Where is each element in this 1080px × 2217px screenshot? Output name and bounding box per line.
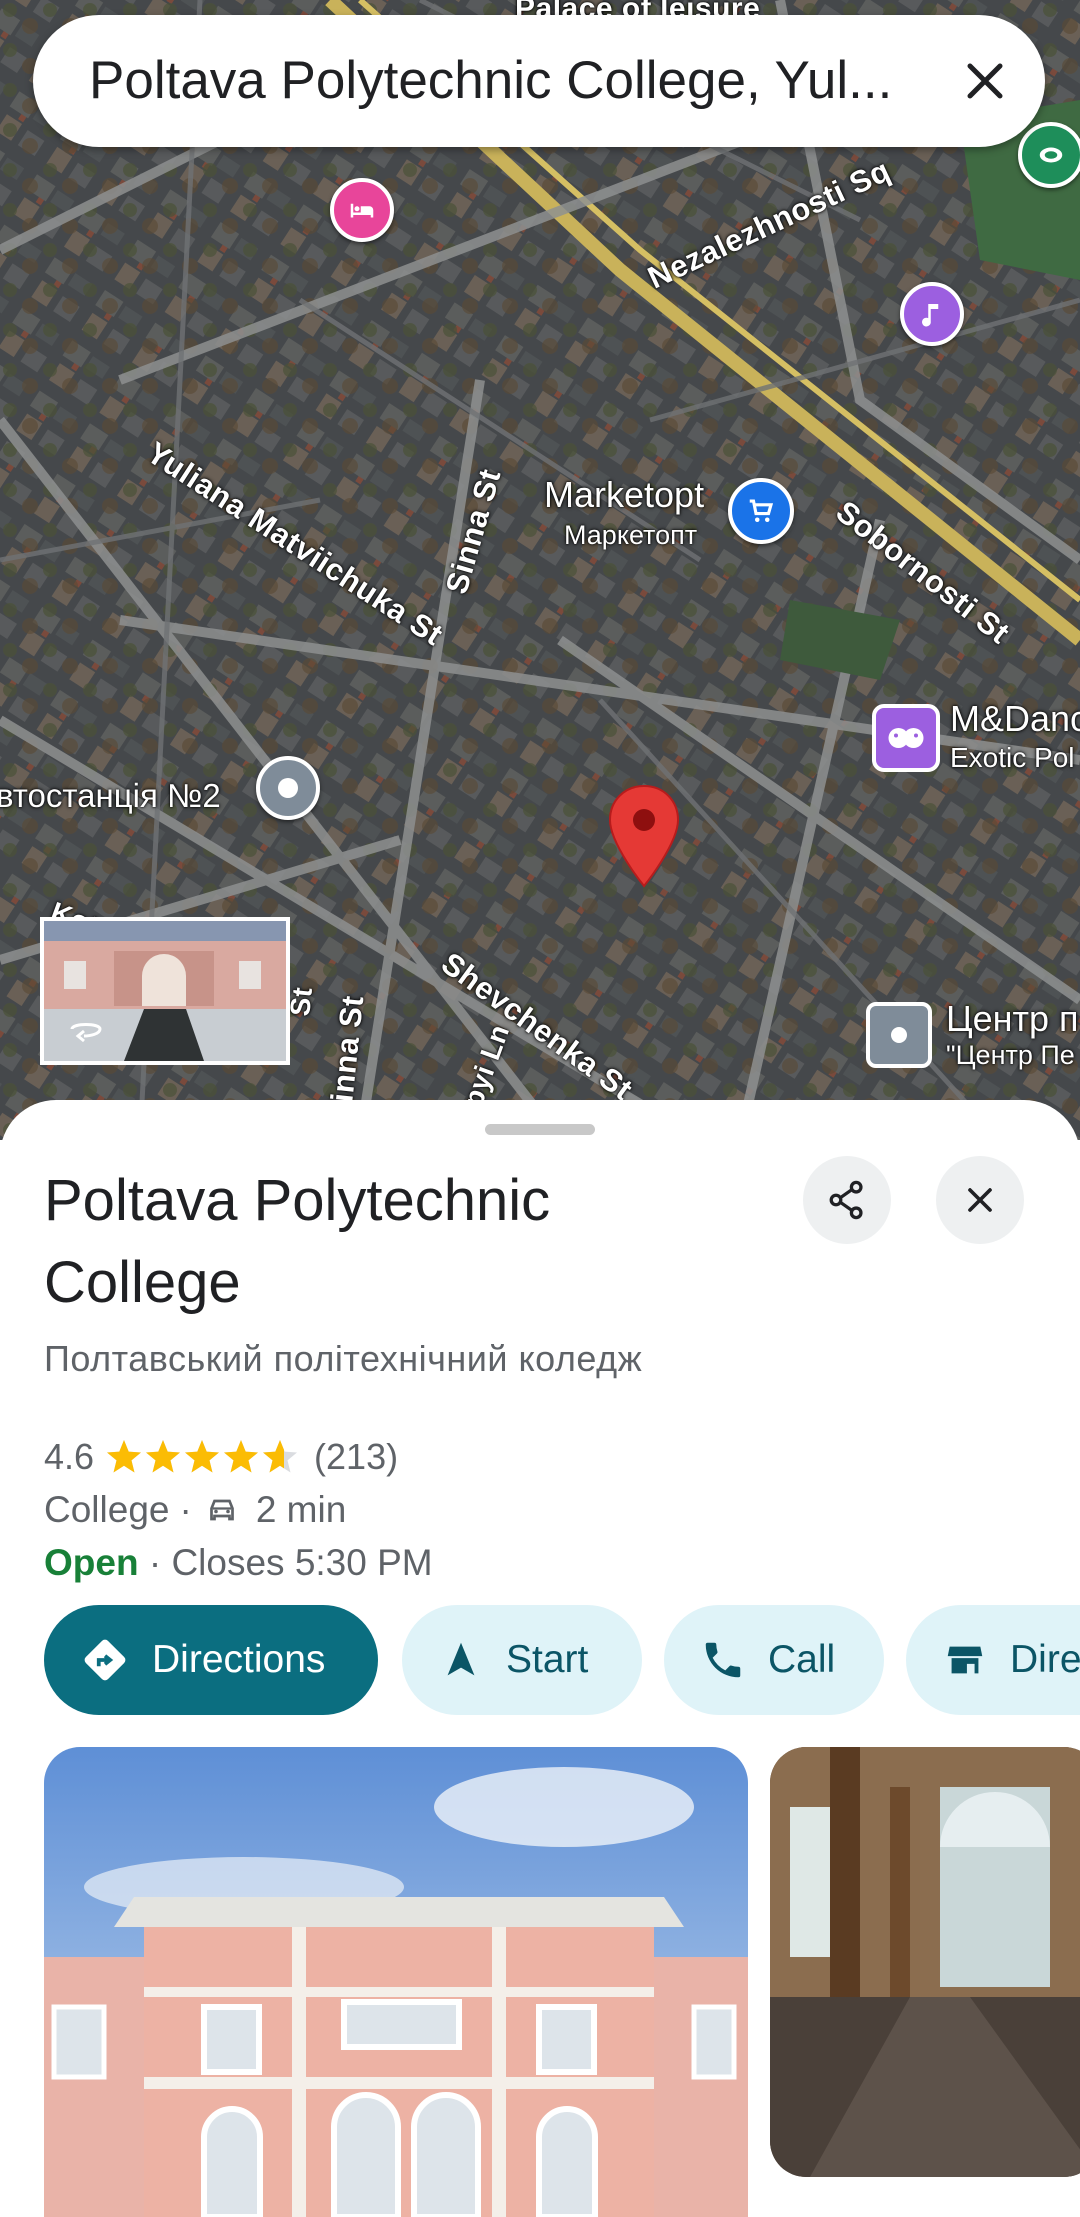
music-note-icon xyxy=(922,304,939,327)
start-button[interactable]: Start xyxy=(402,1605,642,1715)
category-row: College · 2 min xyxy=(44,1483,346,1537)
call-button[interactable]: Call xyxy=(664,1605,884,1715)
share-button[interactable] xyxy=(803,1156,891,1244)
close-sheet-button[interactable] xyxy=(936,1156,1024,1244)
star-icon xyxy=(263,1440,298,1473)
hours-row[interactable]: Open · Closes 5:30 PM xyxy=(44,1536,433,1590)
review-count: (213) xyxy=(314,1436,399,1477)
dot-icon xyxy=(278,778,298,798)
shopping-marker[interactable] xyxy=(728,478,794,544)
call-label: Call xyxy=(768,1638,836,1681)
directory-label: Dire xyxy=(1010,1638,1080,1681)
bed-icon xyxy=(350,203,374,218)
star-icon xyxy=(185,1440,220,1473)
star-icon xyxy=(107,1440,142,1473)
music-venue-marker[interactable] xyxy=(900,282,964,346)
drag-handle[interactable] xyxy=(485,1124,595,1135)
phone-icon xyxy=(705,1642,741,1678)
place-category: College xyxy=(44,1489,170,1530)
map-view[interactable]: Palace of leisure Nezalezhnosti Sq Yulia… xyxy=(0,0,1080,1140)
storefront-icon xyxy=(947,1646,983,1674)
interior-hall-photo xyxy=(770,1747,1080,2177)
rating-value: 4.6 xyxy=(44,1436,95,1477)
hotel-marker[interactable] xyxy=(330,178,394,242)
poi-label-marketopt[interactable]: Marketopt xyxy=(544,474,704,516)
360-rotate-icon xyxy=(70,1023,102,1043)
bus-station-marker[interactable] xyxy=(256,756,320,820)
poi-label-tsentr-sub: "Центр Пе xyxy=(946,1040,1075,1070)
share-icon xyxy=(829,1180,863,1220)
place-marker[interactable] xyxy=(866,1002,932,1068)
place-photo-main[interactable] xyxy=(44,1747,748,2217)
directory-button[interactable]: Dire xyxy=(906,1605,1080,1715)
place-photo-interior[interactable] xyxy=(770,1747,1080,2177)
close-icon[interactable] xyxy=(955,51,1015,111)
theater-masks-icon xyxy=(888,728,924,748)
theater-marker[interactable] xyxy=(872,704,940,772)
rating-row[interactable]: 4.6 (213) xyxy=(44,1430,398,1484)
shopping-cart-icon xyxy=(749,499,774,522)
street-view-thumbnail[interactable] xyxy=(40,917,290,1065)
place-title: Poltava Polytechnic College xyxy=(44,1168,551,1315)
star-icon xyxy=(146,1440,181,1473)
directions-label: Directions xyxy=(152,1638,326,1681)
search-bar[interactable]: Poltava Polytechnic College, Yul... xyxy=(33,15,1045,147)
star-icon xyxy=(224,1440,259,1473)
dot-icon xyxy=(891,1027,907,1043)
poi-label-tsentr[interactable]: Центр п xyxy=(946,998,1079,1040)
poi-label-mdance-sub: Exotic Pol xyxy=(950,742,1075,773)
place-local-name: Полтавський політехнічний коледж xyxy=(44,1338,643,1379)
close-icon xyxy=(968,1188,992,1212)
closing-time: · Closes 5:30 PM xyxy=(148,1542,433,1583)
directions-button[interactable]: Directions xyxy=(44,1605,378,1715)
directions-diamond-icon xyxy=(84,1639,126,1681)
place-details-sheet: Poltava Polytechnic College Полтавський … xyxy=(0,1100,1080,2217)
poi-label-mdance[interactable]: M&Danc xyxy=(950,698,1080,740)
location-pin-icon[interactable] xyxy=(606,782,682,890)
open-status: Open xyxy=(44,1542,139,1583)
separator: · xyxy=(179,1489,192,1530)
poi-label-marketopt-local: Маркетопт xyxy=(564,520,698,550)
start-label: Start xyxy=(506,1638,589,1681)
car-icon xyxy=(209,1499,234,1521)
stadium-icon xyxy=(1039,147,1063,163)
star-rating xyxy=(107,1440,298,1473)
navigation-arrow-icon xyxy=(447,1642,475,1676)
search-input[interactable]: Poltava Polytechnic College, Yul... xyxy=(89,15,949,147)
building-exterior-photo xyxy=(44,1747,748,2217)
stadium-marker[interactable] xyxy=(1018,122,1080,188)
drive-time: 2 min xyxy=(255,1489,347,1530)
poi-label-avtostantsia[interactable]: втостанція №2 xyxy=(0,777,221,815)
